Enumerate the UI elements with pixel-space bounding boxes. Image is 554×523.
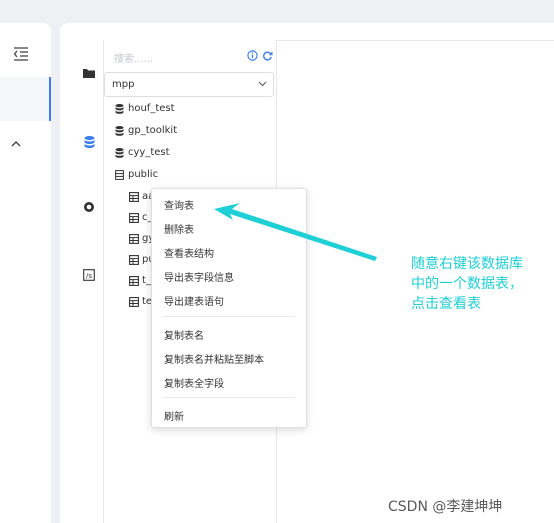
annotation-line: 点击查看表	[411, 296, 481, 312]
annotation-line: 随意右键该数据库	[411, 256, 523, 272]
watermark: CSDN @李建坤坤	[388, 499, 503, 515]
annotation-line: 中的一个数据表，	[411, 276, 523, 292]
annotation-text: 随意右键该数据库 中的一个数据表， 点击查看表	[411, 254, 523, 314]
